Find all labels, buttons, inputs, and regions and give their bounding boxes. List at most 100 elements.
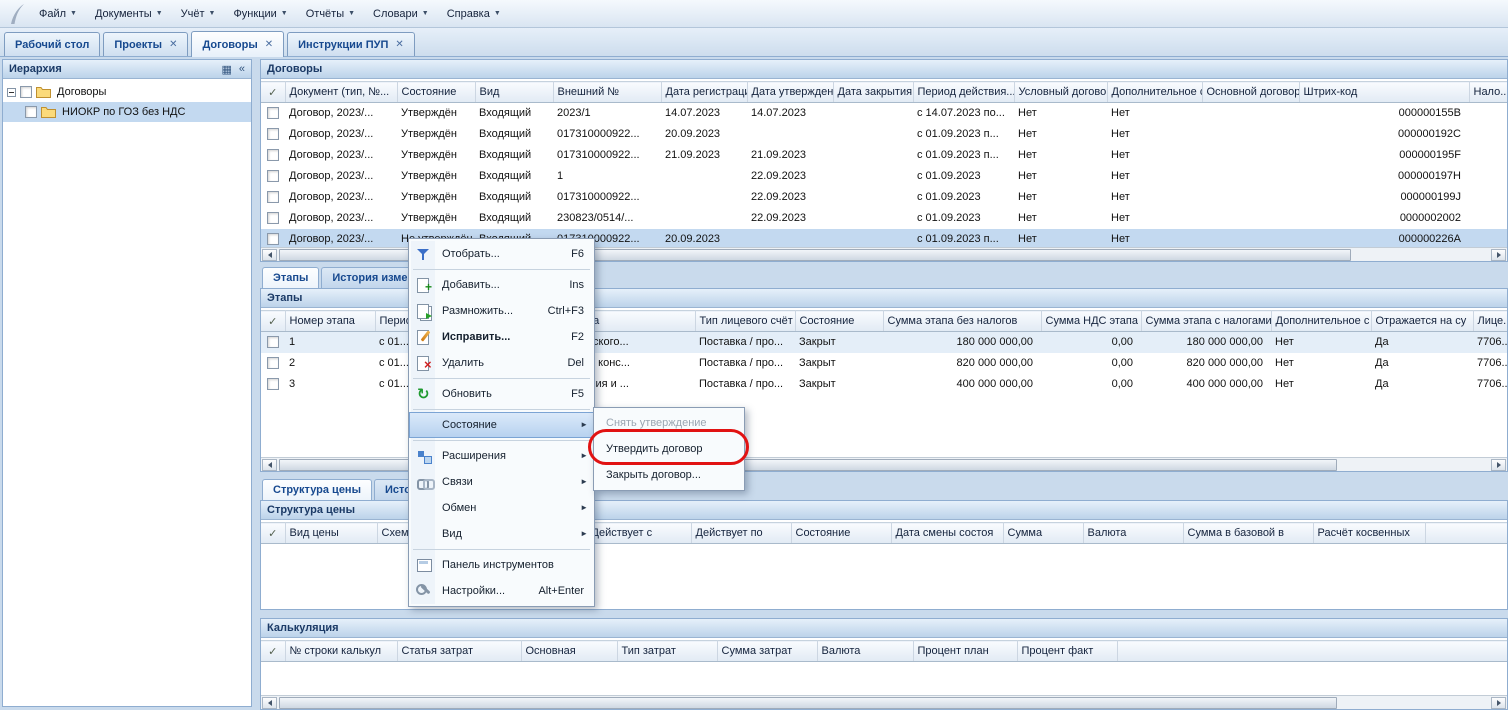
tab-price-structure[interactable]: Структура цены <box>262 479 372 500</box>
row-checkbox[interactable] <box>267 149 279 161</box>
row-checkbox[interactable] <box>267 212 279 224</box>
select-all-header[interactable]: ✓ <box>261 523 285 544</box>
select-all-header[interactable]: ✓ <box>261 311 285 332</box>
column-header[interactable]: Условный договор <box>1014 82 1107 103</box>
select-all-header[interactable]: ✓ <box>261 641 285 662</box>
column-header[interactable]: Лице... <box>1473 311 1507 332</box>
column-header[interactable]: Процент план <box>913 641 1017 662</box>
menu-item-delete[interactable]: Удалить Del <box>409 350 594 376</box>
scroll-right-button[interactable] <box>1491 459 1506 471</box>
column-header[interactable]: Вид цены <box>285 523 377 544</box>
horizontal-scrollbar[interactable] <box>261 695 1507 709</box>
tree-expander-icon[interactable] <box>7 88 16 97</box>
menu-documents[interactable]: Документы▼ <box>86 4 172 24</box>
checkbox-cell[interactable] <box>261 374 285 395</box>
scroll-left-button[interactable] <box>262 459 277 471</box>
table-row[interactable]: Договор, 2023/...УтверждёнВходящий230823… <box>261 208 1507 229</box>
tab-stages[interactable]: Этапы <box>262 267 319 288</box>
submenu-item-remove-approval[interactable]: Снять утверждение <box>594 410 744 436</box>
close-icon[interactable]: ✕ <box>169 40 177 50</box>
column-header[interactable]: Сумма затрат <box>717 641 817 662</box>
column-header[interactable]: Тип лицевого счёт <box>695 311 795 332</box>
select-all-header[interactable]: ✓ <box>261 82 285 103</box>
tab-projects[interactable]: Проекты✕ <box>103 32 188 56</box>
row-checkbox[interactable] <box>267 191 279 203</box>
menu-item-extensions[interactable]: Расширения ► <box>409 443 594 469</box>
close-icon[interactable]: ✕ <box>265 40 273 50</box>
submenu-item-approve-contract[interactable]: Утвердить договор <box>594 436 744 462</box>
scroll-right-button[interactable] <box>1491 697 1506 709</box>
close-icon[interactable]: ✕ <box>395 40 403 50</box>
tree-item-niokr[interactable]: НИОКР по ГОЗ без НДС <box>3 102 251 122</box>
row-checkbox[interactable] <box>267 336 279 348</box>
table-row[interactable]: Договор, 2023/...УтверждёнВходящий122.09… <box>261 166 1507 187</box>
checkbox-cell[interactable] <box>261 166 285 187</box>
row-checkbox[interactable] <box>267 128 279 140</box>
checkbox-cell[interactable] <box>261 229 285 248</box>
tree-item-contracts-root[interactable]: Договоры <box>3 82 251 102</box>
checkbox-cell[interactable] <box>261 145 285 166</box>
menu-item-settings[interactable]: Настройки... Alt+Enter <box>409 578 594 604</box>
column-header[interactable]: Состояние <box>795 311 883 332</box>
tab-desktop[interactable]: Рабочий стол <box>4 32 100 56</box>
menu-item-add[interactable]: Добавить... Ins <box>409 272 594 298</box>
column-header[interactable]: Дополнительное с <box>1107 82 1202 103</box>
scroll-left-button[interactable] <box>262 697 277 709</box>
column-header[interactable]: Основная <box>521 641 617 662</box>
column-header[interactable]: Состояние <box>397 82 475 103</box>
menu-item-links[interactable]: Связи ► <box>409 469 594 495</box>
row-checkbox[interactable] <box>267 107 279 119</box>
checkbox-cell[interactable] <box>261 103 285 124</box>
column-header[interactable]: Состояние <box>791 523 891 544</box>
column-header[interactable]: Дата закрытия <box>833 82 913 103</box>
column-header[interactable]: Сумма этапа с налогами <box>1141 311 1271 332</box>
column-header[interactable]: Документ (тип, №... <box>285 82 397 103</box>
menu-reports[interactable]: Отчёты▼ <box>297 4 364 24</box>
column-header[interactable]: Основной договор <box>1202 82 1299 103</box>
checkbox-cell[interactable] <box>261 332 285 353</box>
checkbox-cell[interactable] <box>261 353 285 374</box>
column-header[interactable]: Процент факт <box>1017 641 1117 662</box>
column-header[interactable]: Сумма НДС этапа <box>1041 311 1141 332</box>
column-header[interactable]: Валюта <box>1083 523 1183 544</box>
column-header[interactable]: Вид <box>475 82 553 103</box>
column-header[interactable]: Отражается на су <box>1371 311 1473 332</box>
column-header[interactable]: Дата утверждения <box>747 82 833 103</box>
table-row[interactable]: Договор, 2023/...УтверждёнВходящий017310… <box>261 124 1507 145</box>
row-checkbox[interactable] <box>267 170 279 182</box>
submenu-item-close-contract[interactable]: Закрыть договор... <box>594 462 744 488</box>
column-header[interactable]: Внешний № <box>553 82 661 103</box>
menu-functions[interactable]: Функции▼ <box>224 4 296 24</box>
column-header[interactable]: Дата регистрации <box>661 82 747 103</box>
table-row[interactable]: Договор, 2023/...УтверждёнВходящий017310… <box>261 145 1507 166</box>
grid-view-icon[interactable]: ▦ <box>221 63 231 76</box>
column-header[interactable]: Штрих-код <box>1299 82 1469 103</box>
checkbox-cell[interactable] <box>261 124 285 145</box>
column-header[interactable]: Валюта <box>817 641 913 662</box>
column-header[interactable]: Сумма <box>1003 523 1083 544</box>
column-header[interactable]: Нало... <box>1469 82 1507 103</box>
scroll-left-button[interactable] <box>262 249 277 261</box>
table-row[interactable]: Договор, 2023/...УтверждёнВходящий2023/1… <box>261 103 1507 124</box>
menu-item-exchange[interactable]: Обмен ► <box>409 495 594 521</box>
column-header[interactable]: Действует с <box>587 523 691 544</box>
column-header[interactable]: Действует по <box>691 523 791 544</box>
menu-item-edit[interactable]: Исправить... F2 <box>409 324 594 350</box>
tab-instructions-pup[interactable]: Инструкции ПУП✕ <box>287 32 415 56</box>
menu-item-toolbar[interactable]: Панель инструментов <box>409 552 594 578</box>
column-header[interactable]: № строки калькул <box>285 641 397 662</box>
tab-contracts[interactable]: Договоры✕ <box>191 31 284 57</box>
column-header[interactable]: Статья затрат <box>397 641 521 662</box>
tree-checkbox[interactable] <box>20 86 32 98</box>
menu-item-refresh[interactable]: Обновить F5 <box>409 381 594 407</box>
table-row[interactable]: Договор, 2023/...УтверждёнВходящий017310… <box>261 187 1507 208</box>
menu-dictionaries[interactable]: Словари▼ <box>364 4 438 24</box>
collapse-panel-icon[interactable]: « <box>239 63 245 75</box>
row-checkbox[interactable] <box>267 233 279 245</box>
column-header[interactable]: Период действия... <box>913 82 1014 103</box>
menu-item-duplicate[interactable]: Размножить... Ctrl+F3 <box>409 298 594 324</box>
menu-item-filter[interactable]: Отобрать... F6 <box>409 241 594 267</box>
menu-help[interactable]: Справка▼ <box>438 4 510 24</box>
scroll-right-button[interactable] <box>1491 249 1506 261</box>
checkbox-cell[interactable] <box>261 187 285 208</box>
